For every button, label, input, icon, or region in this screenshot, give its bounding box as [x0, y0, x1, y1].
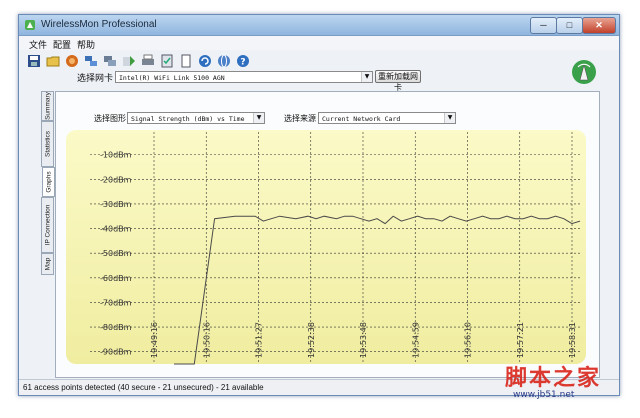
copy-icon[interactable] — [179, 54, 193, 68]
globe-icon[interactable] — [65, 54, 79, 68]
x-tick-label: 19:56:10 — [464, 322, 473, 358]
x-tick-label: 19:58:31 — [568, 322, 577, 358]
maximize-button[interactable]: □ — [556, 17, 583, 34]
menu-bar: 文件 配置 帮助 — [19, 36, 619, 50]
graph-type-select[interactable]: Signal Strength (dBm) vs Time ▼ — [127, 112, 265, 124]
tab-summary[interactable]: Summary — [41, 91, 54, 121]
chart-plot-area — [66, 130, 586, 364]
graph-source-select[interactable]: Current Network Card ▼ — [318, 112, 456, 124]
status-text: 61 access points detected (40 secure - 2… — [23, 383, 264, 392]
svg-text:?: ? — [240, 58, 245, 68]
chevron-down-icon[interactable]: ▼ — [361, 72, 372, 82]
adapter-label: 选择网卡 — [77, 73, 114, 83]
open-folder-icon[interactable] — [46, 54, 60, 68]
refresh-icon[interactable] — [198, 54, 212, 68]
x-tick-label: 19:49:16 — [150, 322, 159, 358]
tab-graphs[interactable]: Graphs — [42, 167, 55, 197]
vertical-tabstrip: Summary Statistics Graphs IP Connection … — [41, 91, 55, 287]
chevron-down-icon[interactable]: ▼ — [444, 113, 455, 123]
x-tick-label: 19:51:27 — [255, 322, 264, 358]
computers-icon[interactable] — [103, 54, 117, 68]
graph-type-label: 选择图形 — [94, 114, 126, 123]
tab-statistics[interactable]: Statistics — [41, 121, 54, 167]
adapter-select[interactable]: Intel(R) WiFi Link 5100 AGN ▼ — [115, 71, 373, 83]
toolbar: ? — [19, 51, 619, 73]
menu-file[interactable]: 文件 — [29, 38, 47, 51]
y-tick-label: -20dBm — [100, 175, 132, 184]
app-icon — [25, 20, 35, 30]
graphs-panel: 选择图形 Signal Strength (dBm) vs Time ▼ 选择来… — [55, 91, 600, 378]
graph-type-value: Signal Strength (dBm) vs Time — [131, 115, 245, 123]
graph-source-label: 选择来源 — [284, 114, 316, 123]
window-title: WirelessMon Professional — [41, 19, 157, 30]
signal-strength-chart: -10dBm -20dBm -30dBm -40dBm -50dBm -60dBm -70d… — [66, 130, 586, 365]
save-icon[interactable] — [27, 54, 41, 68]
x-tick-label: 19:53:48 — [359, 322, 368, 358]
adapter-select-value: Intel(R) WiFi Link 5100 AGN — [119, 74, 225, 82]
y-tick-label: -80dBm — [100, 323, 132, 332]
chevron-down-icon[interactable]: ▼ — [253, 113, 264, 123]
menu-config[interactable]: 配置 — [53, 38, 71, 51]
x-tick-label: 19:57:21 — [516, 322, 525, 358]
minimize-button[interactable]: ─ — [530, 17, 557, 34]
network-icon[interactable] — [84, 54, 98, 68]
y-tick-label: -40dBm — [100, 225, 132, 234]
x-tick-label: 19:54:59 — [411, 322, 420, 358]
tab-ip-connection[interactable]: IP Connection — [41, 197, 54, 253]
x-tick-label: 19:50:16 — [202, 322, 211, 358]
wireless-tower-icon — [572, 60, 596, 84]
y-tick-label: -50dBm — [100, 249, 132, 258]
export-icon[interactable] — [122, 54, 136, 68]
print-icon[interactable] — [141, 54, 155, 68]
watermark-url: www.jb51.net — [513, 390, 575, 400]
y-tick-label: -60dBm — [100, 274, 132, 283]
app-window: WirelessMon Professional ─ □ ✕ 文件 配置 帮助 … — [18, 14, 620, 396]
x-tick-label: 19:52:38 — [307, 322, 316, 358]
y-tick-label: -30dBm — [100, 200, 132, 209]
y-tick-label: -70dBm — [100, 298, 132, 307]
watermark-text: 脚本之家 — [505, 365, 602, 391]
close-button[interactable]: ✕ — [582, 17, 616, 34]
menu-help[interactable]: 帮助 — [77, 38, 95, 51]
y-tick-label: -90dBm — [100, 348, 132, 357]
settings-icon[interactable] — [160, 54, 174, 68]
graph-source-value: Current Network Card — [322, 115, 401, 123]
watermark: 脚本之家 www.jb51.net — [505, 360, 635, 410]
help-icon[interactable]: ? — [236, 54, 250, 68]
y-tick-label: -10dBm — [100, 151, 132, 160]
web-icon[interactable] — [217, 54, 231, 68]
reload-adapter-button[interactable]: 重新加载网卡 — [375, 70, 421, 92]
tab-map[interactable]: Map — [41, 253, 54, 275]
title-bar: WirelessMon Professional ─ □ ✕ — [19, 15, 619, 36]
